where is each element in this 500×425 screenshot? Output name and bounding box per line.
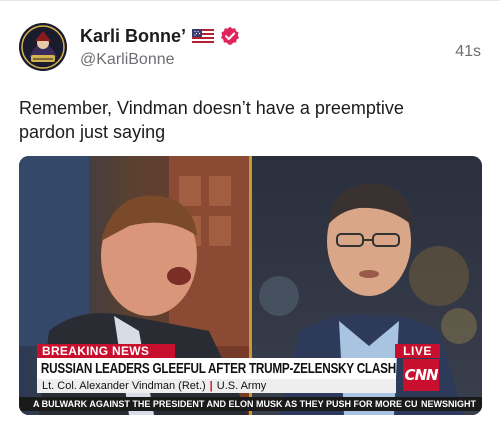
post-card: Karli Bonne’ @KarliBonne 41s Remember, V… [0,0,500,425]
lower-third-divider: | [209,380,213,392]
news-headline: RUSSIAN LEADERS GLEEFUL AFTER TRUMP-ZELE… [37,358,396,379]
ticker-show-name: NEWSNIGHT [417,397,482,411]
live-tag: LIVE [395,344,440,358]
verified-badge-icon [220,26,240,46]
breaking-news-tag: BREAKING NEWS [37,344,175,358]
post-text: Remember, Vindman doesn’t have a preempt… [19,98,404,142]
us-flag-icon [192,29,215,43]
author-handle[interactable]: @KarliBonne [80,51,175,69]
author-name-row: Karli Bonne’ [80,23,240,49]
post-media-image[interactable]: BREAKING NEWS LIVE RUSSIAN LEADERS GLEEF… [19,156,482,415]
guest-lower-third: Lt. Col. Alexander Vindman (Ret.) | U.S. A… [37,379,396,393]
cnn-logo-icon: CNN [403,359,439,391]
guest-affiliation: U.S. Army [216,380,267,392]
author-avatar[interactable] [19,23,67,71]
guest-name: Lt. Col. Alexander Vindman (Ret.) [42,380,206,392]
author-display-name[interactable]: Karli Bonne’ [80,26,186,47]
ticker-text: A BULWARK AGAINST THE PRESIDENT AND ELON… [33,399,418,409]
avatar-image [19,23,67,71]
news-ticker: A BULWARK AGAINST THE PRESIDENT AND ELON… [19,397,482,411]
post-timestamp: 41s [455,43,481,60]
